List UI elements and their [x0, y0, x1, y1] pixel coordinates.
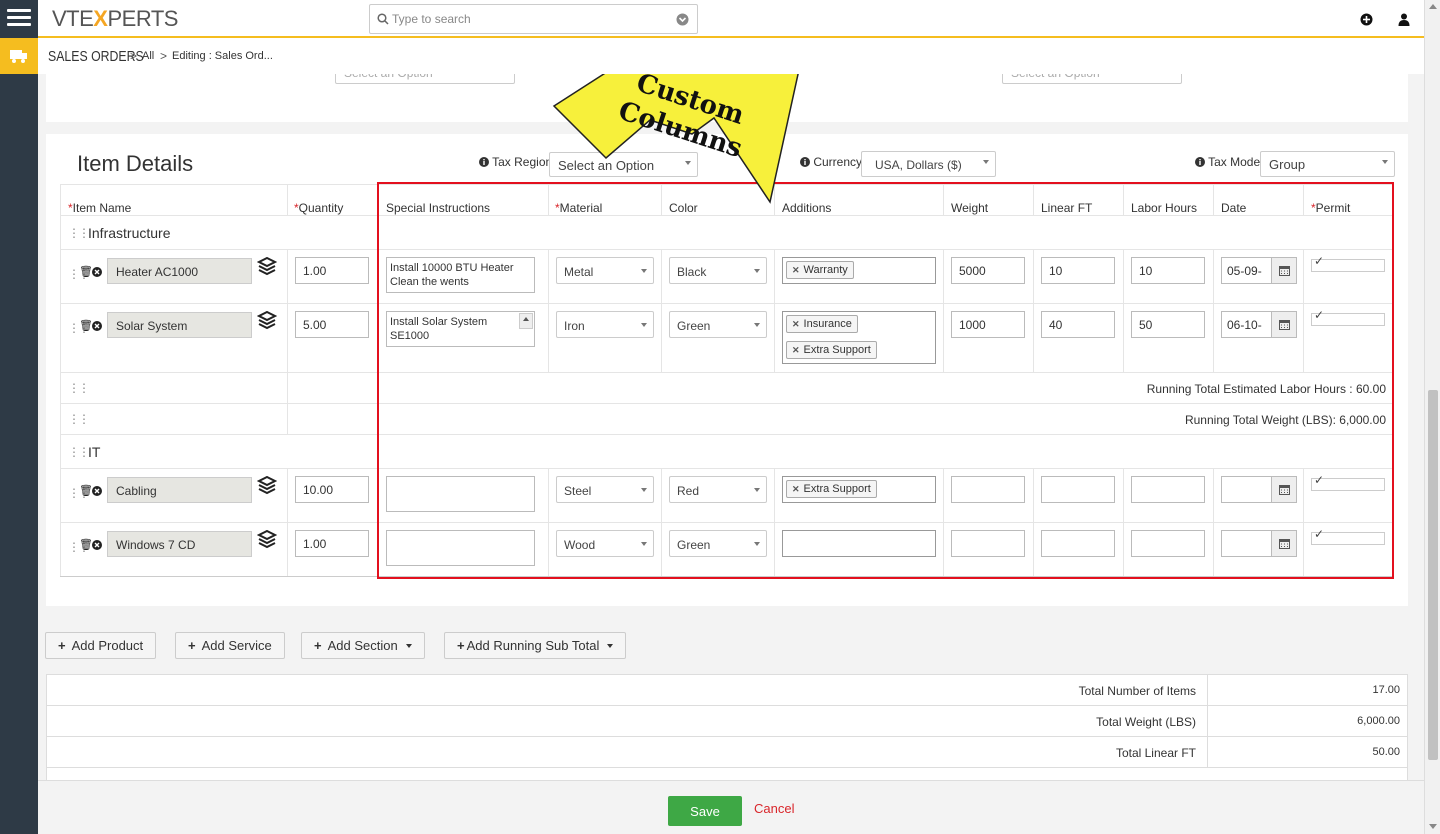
total-label: Total Weight (LBS) — [1096, 715, 1196, 729]
item-name-field[interactable]: Cabling — [107, 477, 252, 503]
remove-icon[interactable] — [92, 321, 102, 331]
breadcrumb: SALES ORDERS > All > Editing : Sales Ord… — [38, 38, 1424, 74]
drag-handle-icon[interactable]: ⋮⋮ — [68, 445, 90, 459]
chevron-down-icon — [607, 644, 614, 648]
custom-columns-highlight — [377, 182, 1394, 579]
plus-icon: + — [457, 638, 465, 653]
section-title-infrastructure: Infrastructure — [88, 225, 171, 241]
plus-icon: + — [314, 638, 322, 653]
drag-handle-icon[interactable]: ⋮⋮ — [68, 226, 90, 240]
product-bundle-icon[interactable] — [257, 530, 277, 550]
remove-icon[interactable] — [92, 486, 102, 496]
cancel-link[interactable]: Cancel — [754, 801, 794, 816]
search-input[interactable] — [392, 12, 662, 26]
left-sidebar — [0, 0, 38, 834]
remove-icon[interactable] — [92, 540, 102, 550]
quantity-input[interactable]: 5.00 — [295, 311, 369, 338]
section-title-it: IT — [88, 444, 101, 460]
save-button[interactable]: Save — [668, 796, 742, 826]
quantity-input[interactable]: 1.00 — [295, 257, 369, 284]
global-search[interactable] — [369, 4, 698, 34]
item-details-title: Item Details — [77, 151, 194, 176]
plus-icon: + — [58, 638, 66, 653]
tax-mode-label: Tax Mode — [1195, 155, 1260, 169]
product-bundle-icon[interactable] — [257, 476, 277, 496]
drag-handle-icon[interactable]: ⋮⋮ — [68, 412, 90, 426]
col-header-quantity: *Quantity — [294, 201, 344, 215]
info-icon — [1195, 157, 1205, 167]
grid-line — [287, 184, 288, 215]
col-header-item-name: *Item Name — [68, 201, 132, 215]
drag-handle-icon[interactable]: ⋮⋮ — [68, 381, 90, 395]
quantity-input[interactable]: 1.00 — [295, 530, 369, 557]
total-value: 17.00 — [1372, 684, 1400, 696]
page-scrollbar[interactable] — [1424, 0, 1440, 834]
sales-orders-module-icon[interactable] — [0, 38, 38, 74]
partial-select-2[interactable]: Select an Option — [1002, 74, 1182, 84]
user-icon[interactable] — [1398, 13, 1410, 26]
delete-icon[interactable]: 🗑 — [79, 538, 93, 551]
breadcrumb-separator: > — [160, 49, 168, 63]
add-product-button[interactable]: + Add Product — [45, 632, 157, 659]
add-running-subtotal-button[interactable]: + Add Running Sub Total — [444, 632, 627, 659]
product-bundle-icon[interactable] — [257, 311, 277, 331]
info-icon — [479, 157, 489, 167]
quantity-input[interactable]: 10.00 — [295, 476, 369, 503]
scroll-down-icon[interactable] — [1429, 824, 1437, 829]
total-value: 50.00 — [1372, 746, 1400, 758]
tax-mode-select[interactable]: Group — [1260, 151, 1395, 177]
grid-line — [287, 468, 288, 576]
item-name-field[interactable]: Solar System — [107, 312, 252, 338]
currency-select[interactable]: USA, Dollars ($) — [861, 151, 996, 177]
grid-line — [287, 249, 288, 372]
grid-line — [287, 372, 288, 434]
total-value: 6,000.00 — [1357, 715, 1400, 727]
menu-icon[interactable] — [7, 9, 31, 29]
totals-row: Total Linear FT 50.00 — [46, 737, 1408, 768]
delete-icon[interactable]: 🗑 — [79, 484, 93, 497]
breadcrumb-separator: > — [130, 49, 138, 63]
add-service-button[interactable]: + Add Service — [175, 632, 285, 659]
scrollbar-thumb[interactable] — [1428, 390, 1438, 760]
top-bar: VTEXPERTS — [38, 0, 1424, 38]
grid-line — [60, 184, 61, 576]
remove-icon[interactable] — [92, 267, 102, 277]
search-options-icon[interactable] — [676, 13, 689, 26]
delete-icon[interactable]: 🗑 — [79, 265, 93, 278]
breadcrumb-editing: Editing : Sales Ord... — [172, 50, 273, 62]
partial-select-1[interactable]: Select an Option — [335, 74, 515, 84]
tax-region-label: Tax Region — [479, 155, 552, 169]
totals-row: Total Number of Items 17.00 — [46, 675, 1408, 706]
scroll-up-icon[interactable] — [1429, 4, 1437, 9]
totals-row: Total Weight (LBS) 6,000.00 — [46, 706, 1408, 737]
product-bundle-icon[interactable] — [257, 257, 277, 277]
item-name-field[interactable]: Heater AC1000 — [107, 258, 252, 284]
plus-icon: + — [188, 638, 196, 653]
content-area: Select an Option Select an Option Item D… — [38, 74, 1424, 780]
item-name-field[interactable]: Windows 7 CD — [107, 531, 252, 557]
search-icon — [377, 13, 389, 25]
breadcrumb-all[interactable]: All — [142, 50, 154, 62]
total-label: Total Number of Items — [1078, 684, 1196, 698]
add-section-button[interactable]: + Add Section — [301, 632, 425, 659]
add-icon[interactable] — [1360, 13, 1373, 26]
logo[interactable]: VTEXPERTS — [52, 6, 178, 32]
delete-icon[interactable]: 🗑 — [79, 319, 93, 332]
footer-bar: Save Cancel — [38, 780, 1424, 834]
total-label: Total Linear FT — [1115, 746, 1196, 760]
chevron-down-icon — [405, 644, 412, 648]
